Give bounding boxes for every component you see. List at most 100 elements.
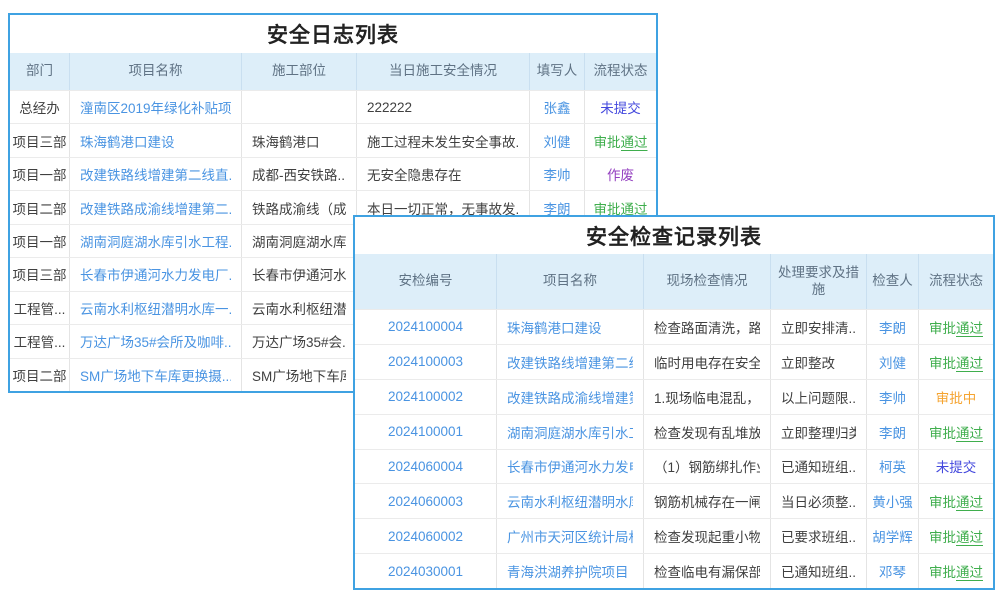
inspector-link[interactable]: 刘健 [879,352,906,372]
table-row: 2024060002广州市天河区统计局机...检查发现起重小物...已要求班组.… [355,518,993,553]
cell-id[interactable]: 2024030001 [355,554,497,588]
project-link[interactable]: SM广场地下车库更换摄... [80,365,231,385]
status-link[interactable]: 通过 [956,352,983,372]
id-link[interactable]: 2024100004 [388,319,463,334]
cell-inspector[interactable]: 李帅 [867,380,919,414]
situation-text: 无安全隐患存在 [367,164,462,184]
project-link[interactable]: 长春市伊通河水力发电... [507,456,633,476]
cell-status: 未提交 [919,450,993,484]
project-link[interactable]: 青海洪湖养护院项目 [507,561,629,581]
status-link[interactable]: 通过 [956,526,983,546]
table-row: 2024100003改建铁路线增建第二线...临时用电存在安全...立即整改刘健… [355,344,993,379]
inspector-link[interactable]: 李朗 [879,317,906,337]
cell-project[interactable]: 改建铁路线增建第二线直... [70,158,242,190]
cell-project[interactable]: 改建铁路成渝线增建第二... [70,191,242,223]
cell-project[interactable]: 青海洪湖养护院项目 [497,554,644,588]
cell-status[interactable]: 审批通过 [585,124,656,156]
project-link[interactable]: 长春市伊通河水力发电厂... [80,264,231,284]
status-link[interactable]: 通过 [956,491,983,511]
cell-project[interactable]: 长春市伊通河水力发电... [497,450,644,484]
project-link[interactable]: 改建铁路线增建第二线直... [80,164,231,184]
id-link[interactable]: 2024100002 [388,389,463,404]
col-header-writer: 填写人 [530,53,585,90]
inspector-link[interactable]: 胡学辉 [872,526,913,546]
cell-inspector[interactable]: 李朗 [867,310,919,344]
cell-id[interactable]: 2024060002 [355,519,497,553]
cell-inspector[interactable]: 胡学辉 [867,519,919,553]
id-link[interactable]: 2024060003 [388,494,463,509]
id-link[interactable]: 2024100003 [388,354,463,369]
cell-id[interactable]: 2024100002 [355,380,497,414]
cell-id[interactable]: 2024060004 [355,450,497,484]
cell-project[interactable]: 珠海鹤港口建设 [497,310,644,344]
project-link[interactable]: 潼南区2019年绿化补贴项... [80,97,231,117]
inspector-link[interactable]: 柯英 [879,456,906,476]
cell-id[interactable]: 2024100001 [355,415,497,449]
project-link[interactable]: 珠海鹤港口建设 [507,317,602,337]
id-link[interactable]: 2024100001 [388,424,463,439]
writer-link[interactable]: 张鑫 [544,97,571,117]
cell-status[interactable]: 审批通过 [919,484,993,518]
status-link[interactable]: 通过 [956,561,983,581]
inspector-link[interactable]: 李帅 [879,387,906,407]
cell-status[interactable]: 审批通过 [919,554,993,588]
project-link[interactable]: 珠海鹤港口建设 [80,131,175,151]
cell-inspector[interactable]: 李朗 [867,415,919,449]
cell-part: 成都-西安铁路... [242,158,357,190]
id-link[interactable]: 2024030001 [388,564,463,579]
cell-project[interactable]: 湖南洞庭湖水库引水工... [497,415,644,449]
cell-id[interactable]: 2024100003 [355,345,497,379]
cell-writer[interactable]: 刘健 [530,124,585,156]
inspector-link[interactable]: 黄小强 [872,491,913,511]
cell-measure: 已要求班组... [771,519,867,553]
cell-dept: 项目二部 [10,191,70,223]
cell-project[interactable]: 长春市伊通河水力发电厂... [70,258,242,290]
status-link[interactable]: 通过 [956,317,983,337]
status-link[interactable]: 通过 [956,422,983,442]
situation-text: 222222 [367,100,412,115]
cell-project[interactable]: 改建铁路成渝线增建第... [497,380,644,414]
cell-project[interactable]: 云南水利枢纽潜明水库... [497,484,644,518]
project-link[interactable]: 广州市天河区统计局机... [507,526,633,546]
cell-measure: 立即整改 [771,345,867,379]
project-link[interactable]: 湖南洞庭湖水库引水工... [507,422,633,442]
inspector-link[interactable]: 邓琴 [879,561,906,581]
measure-text: 当日必须整... [781,491,856,511]
cell-project[interactable]: 珠海鹤港口建设 [70,124,242,156]
cell-project[interactable]: 潼南区2019年绿化补贴项... [70,91,242,123]
project-link[interactable]: 改建铁路成渝线增建第... [507,387,633,407]
col-header-measures: 处理要求及措施 [771,254,867,309]
id-link[interactable]: 2024060004 [388,459,463,474]
cell-project[interactable]: 万达广场35#会所及咖啡... [70,325,242,357]
project-link[interactable]: 湖南洞庭湖水库引水工程... [80,231,231,251]
cell-inspector[interactable]: 刘健 [867,345,919,379]
cell-project[interactable]: 改建铁路线增建第二线... [497,345,644,379]
project-link[interactable]: 改建铁路成渝线增建第二... [80,198,231,218]
cell-status[interactable]: 审批通过 [919,345,993,379]
col-header-part: 施工部位 [242,53,357,90]
project-link[interactable]: 云南水利枢纽潜明水库... [507,491,633,511]
project-link[interactable]: 改建铁路线增建第二线... [507,352,633,372]
writer-link[interactable]: 李帅 [544,164,571,184]
project-link[interactable]: 云南水利枢纽潜明水库一... [80,298,231,318]
cell-status[interactable]: 审批通过 [919,310,993,344]
cell-measure: 以上问题限... [771,380,867,414]
id-link[interactable]: 2024060002 [388,529,463,544]
cell-status[interactable]: 审批通过 [919,415,993,449]
cell-status[interactable]: 审批通过 [919,519,993,553]
cell-inspector[interactable]: 邓琴 [867,554,919,588]
cell-project[interactable]: 广州市天河区统计局机... [497,519,644,553]
cell-writer[interactable]: 李帅 [530,158,585,190]
status-link[interactable]: 通过 [621,131,648,151]
cell-project[interactable]: 云南水利枢纽潜明水库一... [70,292,242,324]
cell-id[interactable]: 2024060003 [355,484,497,518]
cell-project[interactable]: SM广场地下车库更换摄... [70,359,242,391]
inspector-link[interactable]: 李朗 [879,422,906,442]
cell-writer[interactable]: 张鑫 [530,91,585,123]
writer-link[interactable]: 刘健 [544,131,571,151]
cell-id[interactable]: 2024100004 [355,310,497,344]
cell-inspector[interactable]: 黄小强 [867,484,919,518]
project-link[interactable]: 万达广场35#会所及咖啡... [80,331,231,351]
cell-project[interactable]: 湖南洞庭湖水库引水工程... [70,225,242,257]
cell-inspector[interactable]: 柯英 [867,450,919,484]
